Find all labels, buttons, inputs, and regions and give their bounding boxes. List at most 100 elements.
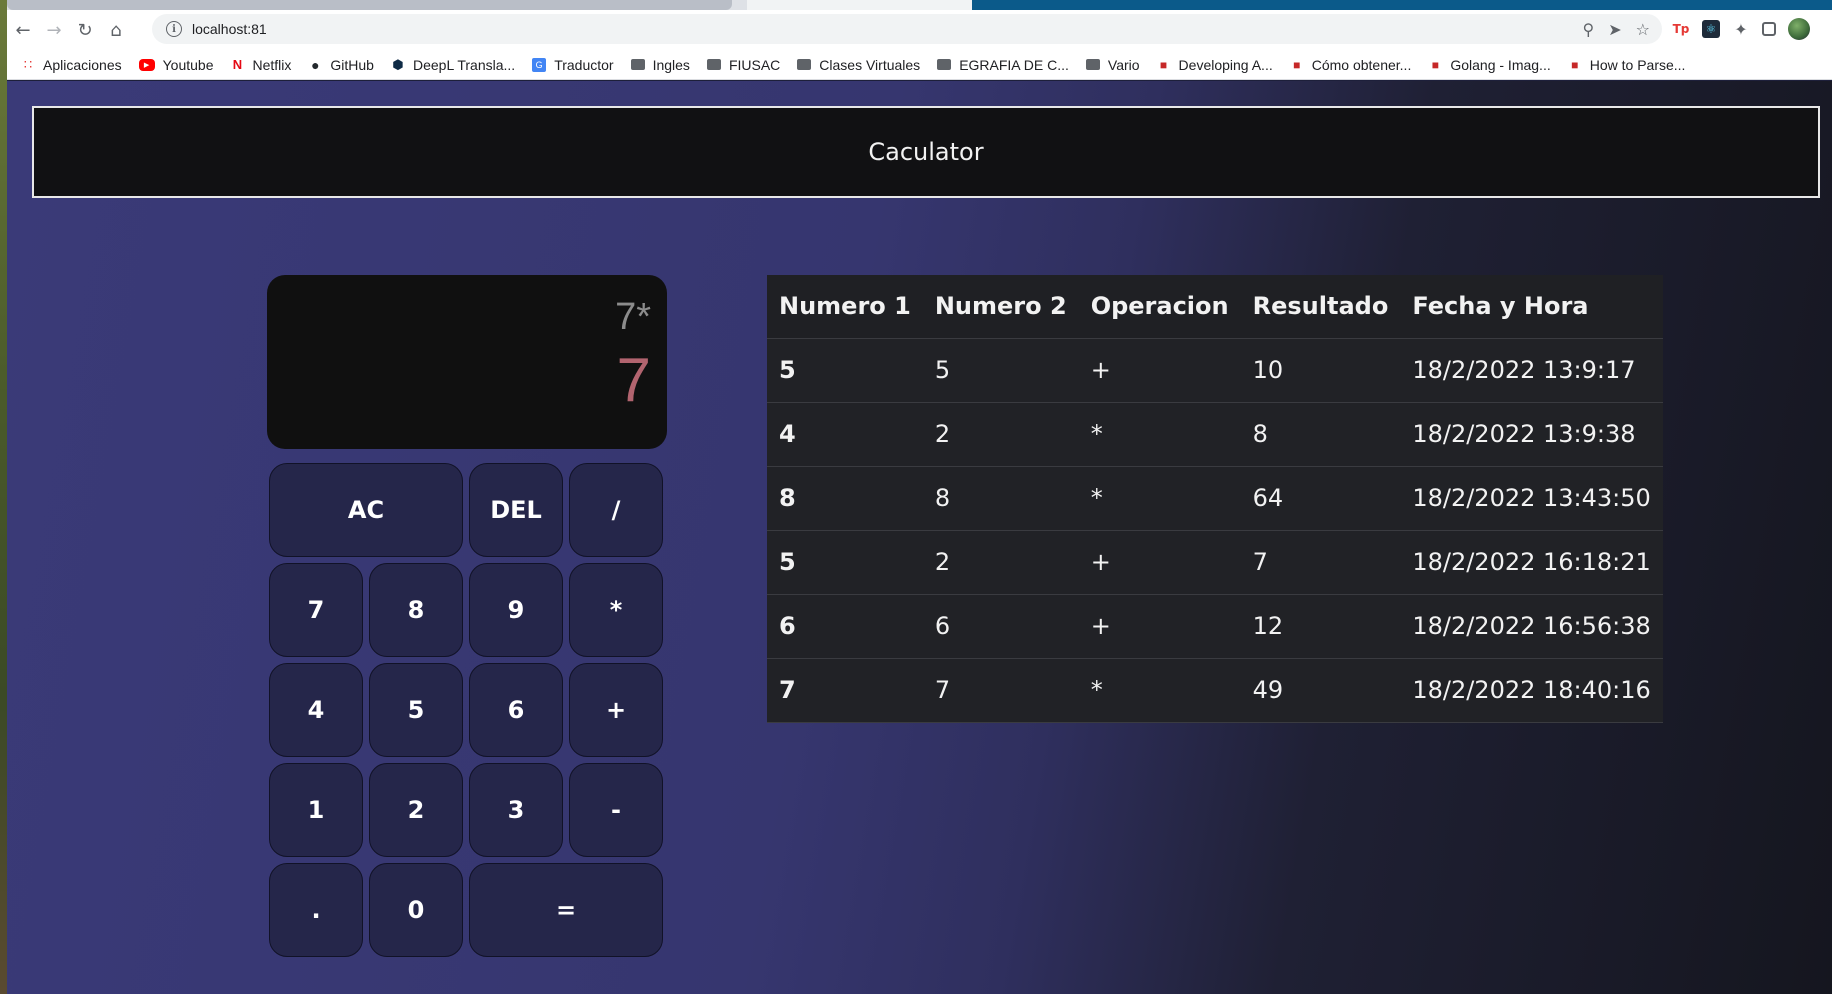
apps-grid-icon: ∷: [23, 56, 33, 72]
cell-op: *: [1078, 658, 1241, 723]
calculator-display: 7* 7: [267, 275, 667, 449]
history-table: Numero 1 Numero 2 Operacion Resultado Fe…: [767, 275, 1663, 723]
folder-icon: [797, 58, 812, 72]
cell-num1: 4: [767, 402, 923, 467]
folder-icon: [1085, 58, 1100, 72]
bookmark-label: Ingles: [652, 56, 690, 73]
all-clear-button[interactable]: AC: [269, 463, 463, 557]
bookmark-label: Youtube: [162, 56, 214, 73]
bookmark-item[interactable]: ⬢ DeepL Transla...: [391, 57, 515, 73]
cell-datetime: 18/2/2022 16:56:38: [1400, 594, 1663, 659]
browser-tab[interactable]: [7, 0, 732, 10]
bookmark-item[interactable]: ■ Golang - Imag...: [1428, 56, 1551, 73]
cell-op: *: [1078, 466, 1241, 531]
home-icon[interactable]: ⌂: [101, 15, 131, 45]
folder-icon: [937, 58, 952, 72]
header-numero-1: Numero 1: [767, 275, 923, 339]
folder-icon: [706, 58, 721, 72]
cell-op: +: [1078, 530, 1241, 595]
bookmarks-bar: ∷ Aplicaciones ▶ Youtube N Netflix ● GitHub ⬢ Dee…: [7, 50, 1832, 80]
back-arrow-icon[interactable]: ←: [8, 15, 38, 45]
tab-strip: [7, 0, 1832, 10]
calculator-keypad: AC DEL / 7 8 9 * 4 5 6 + 1 2 3 - . 0 =: [269, 463, 663, 957]
table-row: 6 6 +12 18/2/2022 16:56:38: [767, 594, 1663, 659]
cell-result: 49: [1240, 658, 1401, 723]
extensions-puzzle-icon[interactable]: ✦: [1732, 20, 1750, 39]
bookmark-label: Golang - Imag...: [1450, 56, 1551, 73]
table-row: 8 8 * 64 18/2/2022 13:43:50: [767, 466, 1663, 531]
bookmark-label: Clases Virtuales: [819, 56, 921, 73]
site-info-icon[interactable]: i: [166, 21, 182, 37]
header-fecha-hora: Fecha y Hora: [1400, 275, 1663, 339]
cell-num1: 8: [767, 466, 923, 531]
cell-result: 12: [1240, 594, 1401, 659]
digit-2-button[interactable]: 2: [369, 763, 463, 857]
cell-datetime: 18/2/2022 18:40:16: [1400, 658, 1663, 723]
bookmark-item[interactable]: ● GitHub: [308, 57, 374, 73]
digit-9-button[interactable]: 9: [469, 563, 563, 657]
browser-window: ← → ↻ ⌂ i localhost:81 ⚲ ➤ ☆ Tp ⚛ ✦ ∷ Apl…: [7, 0, 1832, 994]
forward-arrow-icon[interactable]: →: [39, 15, 69, 45]
minus-button[interactable]: -: [569, 763, 663, 857]
profile-avatar[interactable]: [1788, 18, 1810, 40]
digit-5-button[interactable]: 5: [369, 663, 463, 757]
table-row: 5 2 +7 18/2/2022 16:18:21: [767, 530, 1663, 595]
digit-3-button[interactable]: 3: [469, 763, 563, 857]
bookmark-label: Netflix: [252, 56, 292, 73]
cell-num1: 5: [767, 530, 923, 595]
cell-result: 8: [1240, 402, 1401, 467]
browser-tab[interactable]: [747, 0, 972, 10]
bookmark-item[interactable]: FIUSAC: [706, 57, 780, 73]
bookmark-item[interactable]: N Netflix: [230, 56, 292, 73]
table-header-row: Numero 1 Numero 2 Operacion Resultado Fe…: [767, 275, 1663, 339]
delete-button[interactable]: DEL: [469, 463, 563, 557]
bookmark-label: How to Parse...: [1589, 56, 1686, 73]
send-icon[interactable]: ➤: [1608, 20, 1621, 39]
folder-icon: [630, 58, 645, 72]
digit-4-button[interactable]: 4: [269, 663, 363, 757]
bookmark-item[interactable]: ■ Cómo obtener...: [1290, 57, 1411, 73]
digit-0-button[interactable]: 0: [369, 863, 463, 957]
plus-button[interactable]: +: [569, 663, 663, 757]
app-page: Caculator 7* 7 AC DEL / 7 8 9 * 4 5 6 + …: [7, 81, 1832, 994]
reload-icon[interactable]: ↻: [70, 15, 100, 45]
cell-num2: 2: [922, 402, 1079, 467]
digit-1-button[interactable]: 1: [269, 763, 363, 857]
address-url[interactable]: localhost:81: [192, 21, 267, 37]
zoom-icon[interactable]: ⚲: [1583, 20, 1595, 39]
bookmark-item[interactable]: Clases Virtuales: [797, 57, 920, 73]
bookmark-item[interactable]: ■ How to Parse...: [1568, 56, 1686, 73]
current-operand: 7: [616, 346, 651, 415]
equals-button[interactable]: =: [469, 863, 663, 957]
side-panel-icon[interactable]: [1762, 22, 1776, 36]
address-bar[interactable]: i localhost:81 ⚲ ➤ ☆: [152, 14, 1662, 44]
cell-num1: 6: [767, 594, 923, 659]
decimal-button[interactable]: .: [269, 863, 363, 957]
bookmark-item[interactable]: ▶ Youtube: [138, 56, 214, 73]
digit-7-button[interactable]: 7: [269, 563, 363, 657]
bookmark-item[interactable]: ∷ Aplicaciones: [21, 57, 122, 73]
cell-datetime: 18/2/2022 13:43:50: [1400, 466, 1663, 531]
digit-8-button[interactable]: 8: [369, 563, 463, 657]
extension-tp-icon[interactable]: Tp: [1672, 20, 1690, 38]
deepl-icon: ⬢: [392, 56, 404, 72]
divide-button[interactable]: /: [569, 463, 663, 557]
youtube-icon: ▶: [138, 58, 155, 71]
bookmark-label: GitHub: [330, 56, 374, 73]
cell-num1: 5: [767, 338, 923, 403]
multiply-button[interactable]: *: [569, 563, 663, 657]
bookmark-star-icon[interactable]: ☆: [1636, 20, 1650, 39]
digit-6-button[interactable]: 6: [469, 663, 563, 757]
react-devtools-icon[interactable]: ⚛: [1702, 20, 1720, 38]
netflix-icon: N: [232, 57, 243, 72]
header-numero-2: Numero 2: [922, 275, 1079, 339]
bookmark-item[interactable]: Ingles: [630, 56, 690, 73]
app-header: Caculator: [32, 106, 1820, 198]
browser-tab[interactable]: [972, 0, 1832, 10]
site-icon: ■: [1159, 57, 1168, 72]
bookmark-item[interactable]: ■ Developing A...: [1157, 57, 1273, 73]
bookmark-item[interactable]: EGRAFIA DE C...: [937, 57, 1069, 73]
table-row: 4 2 * 8 18/2/2022 13:9:38: [767, 402, 1663, 467]
bookmark-item[interactable]: G Traductor: [532, 57, 614, 73]
bookmark-item[interactable]: Vario: [1085, 57, 1140, 73]
